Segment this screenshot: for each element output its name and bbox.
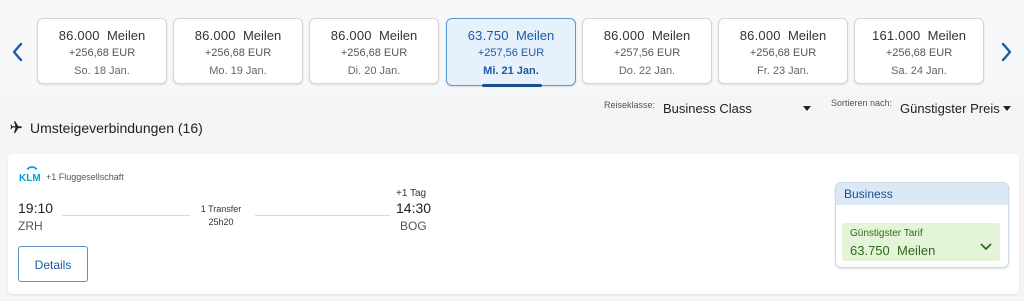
- date-card-eur: +256,68 EUR: [68, 47, 136, 59]
- fare-miles-unit: Meilen: [897, 243, 936, 258]
- miles-value: 86.000: [603, 28, 645, 43]
- class-filter-select[interactable]: Business Class: [663, 101, 752, 116]
- chevron-down-icon[interactable]: [980, 242, 992, 252]
- arrival-time: 14:30: [396, 200, 432, 216]
- fare-miles-value: 63.750: [850, 243, 890, 258]
- date-card[interactable]: 86.000 Meilen +256,68 EUR So. 18 Jan.: [37, 18, 167, 84]
- plus-day-badge: +1 Tag: [396, 188, 427, 199]
- selected-indicator: [482, 84, 542, 87]
- date-card-eur: +256,68 EUR: [885, 47, 953, 59]
- details-button[interactable]: Details: [18, 246, 88, 282]
- route-line: [255, 215, 390, 216]
- date-card-miles: 63.750 Meilen: [447, 28, 575, 43]
- miles-unit: Meilen: [787, 28, 827, 43]
- travel-duration: 25h20: [208, 217, 234, 227]
- arrival-airport: BOG: [400, 219, 427, 233]
- date-card[interactable]: 161.000 Meilen +256,68 EUR Sa. 24 Jan.: [854, 18, 984, 84]
- date-card-miles: 86.000 Meilen: [174, 28, 302, 43]
- departure-airport: ZRH: [18, 219, 43, 233]
- airline-extra: +1 Fluggesellschaft: [46, 172, 124, 182]
- date-card-date: Do. 22 Jan.: [618, 65, 676, 77]
- miles-value: 86.000: [330, 28, 372, 43]
- class-filter-label: Reiseklasse:: [604, 100, 656, 110]
- miles-unit: Meilen: [106, 28, 146, 43]
- date-card-eur: +257,56 EUR: [477, 47, 545, 59]
- miles-unit: Meilen: [651, 28, 691, 43]
- date-card-date: Mo. 19 Jan.: [209, 65, 267, 77]
- date-card-selected[interactable]: 63.750 Meilen +257,56 EUR Mi. 21 Jan.: [446, 18, 576, 87]
- results-title: Umsteigeverbindungen (16): [30, 120, 203, 136]
- fare-cabin-header: Business: [836, 183, 1008, 205]
- fare-box: Business Günstigster Tarif 63.750 Meilen: [835, 182, 1009, 268]
- date-card-date: Fr. 23 Jan.: [757, 65, 809, 77]
- date-card-miles: 86.000 Meilen: [310, 28, 438, 43]
- date-card-eur: +256,68 EUR: [204, 47, 272, 59]
- date-card[interactable]: 86.000 Meilen +256,68 EUR Mo. 19 Jan.: [173, 18, 303, 84]
- sort-filter-label: Sortieren nach:: [831, 98, 893, 108]
- miles-value: 161.000: [872, 28, 921, 43]
- miles-unit: Meilen: [515, 28, 555, 43]
- route-line: [62, 215, 190, 216]
- chevron-down-icon[interactable]: [1003, 106, 1011, 111]
- date-card[interactable]: 86.000 Meilen +257,56 EUR Do. 22 Jan.: [582, 18, 712, 84]
- cheapest-fare-option[interactable]: Günstigster Tarif 63.750 Meilen: [842, 223, 1000, 261]
- date-card-date: So. 18 Jan.: [74, 65, 130, 77]
- fare-cabin-label: Business: [844, 187, 893, 201]
- date-card-date: Di. 20 Jan.: [347, 65, 401, 77]
- date-card[interactable]: 86.000 Meilen +256,68 EUR Di. 20 Jan.: [309, 18, 439, 84]
- miles-value: 86.000: [739, 28, 781, 43]
- klm-logo-icon: KLM: [19, 166, 41, 183]
- date-card-eur: +257,56 EUR: [613, 47, 681, 59]
- miles-unit: Meilen: [927, 28, 966, 43]
- miles-unit: Meilen: [242, 28, 282, 43]
- date-card-miles: 86.000 Meilen: [38, 28, 166, 43]
- date-card-date: Mi. 21 Jan.: [483, 65, 539, 77]
- departure-time: 19:10: [18, 200, 54, 216]
- miles-unit: Meilen: [378, 28, 418, 43]
- chevron-down-icon[interactable]: [803, 106, 811, 111]
- svg-text:KLM: KLM: [19, 173, 41, 183]
- date-card-eur: +256,68 EUR: [749, 47, 817, 59]
- date-card-miles: 161.000 Meilen: [855, 28, 983, 43]
- miles-value: 86.000: [194, 28, 236, 43]
- sort-filter-select[interactable]: Günstigster Preis: [900, 101, 1000, 116]
- chevron-right-icon[interactable]: [998, 40, 1014, 64]
- fare-tariff-label: Günstigster Tarif: [850, 228, 923, 239]
- date-card-eur: +256,68 EUR: [340, 47, 408, 59]
- miles-value: 86.000: [58, 28, 100, 43]
- airplane-icon: [10, 121, 22, 134]
- date-card-miles: 86.000 Meilen: [583, 28, 711, 43]
- date-card[interactable]: 86.000 Meilen +256,68 EUR Fr. 23 Jan.: [718, 18, 848, 84]
- transfer-count: 1 Transfer: [200, 204, 242, 214]
- miles-value: 63.750: [467, 28, 509, 43]
- date-card-miles: 86.000 Meilen: [719, 28, 847, 43]
- chevron-left-icon[interactable]: [10, 40, 26, 64]
- fare-miles: 63.750 Meilen: [850, 243, 935, 258]
- date-card-date: Sa. 24 Jan.: [891, 65, 947, 77]
